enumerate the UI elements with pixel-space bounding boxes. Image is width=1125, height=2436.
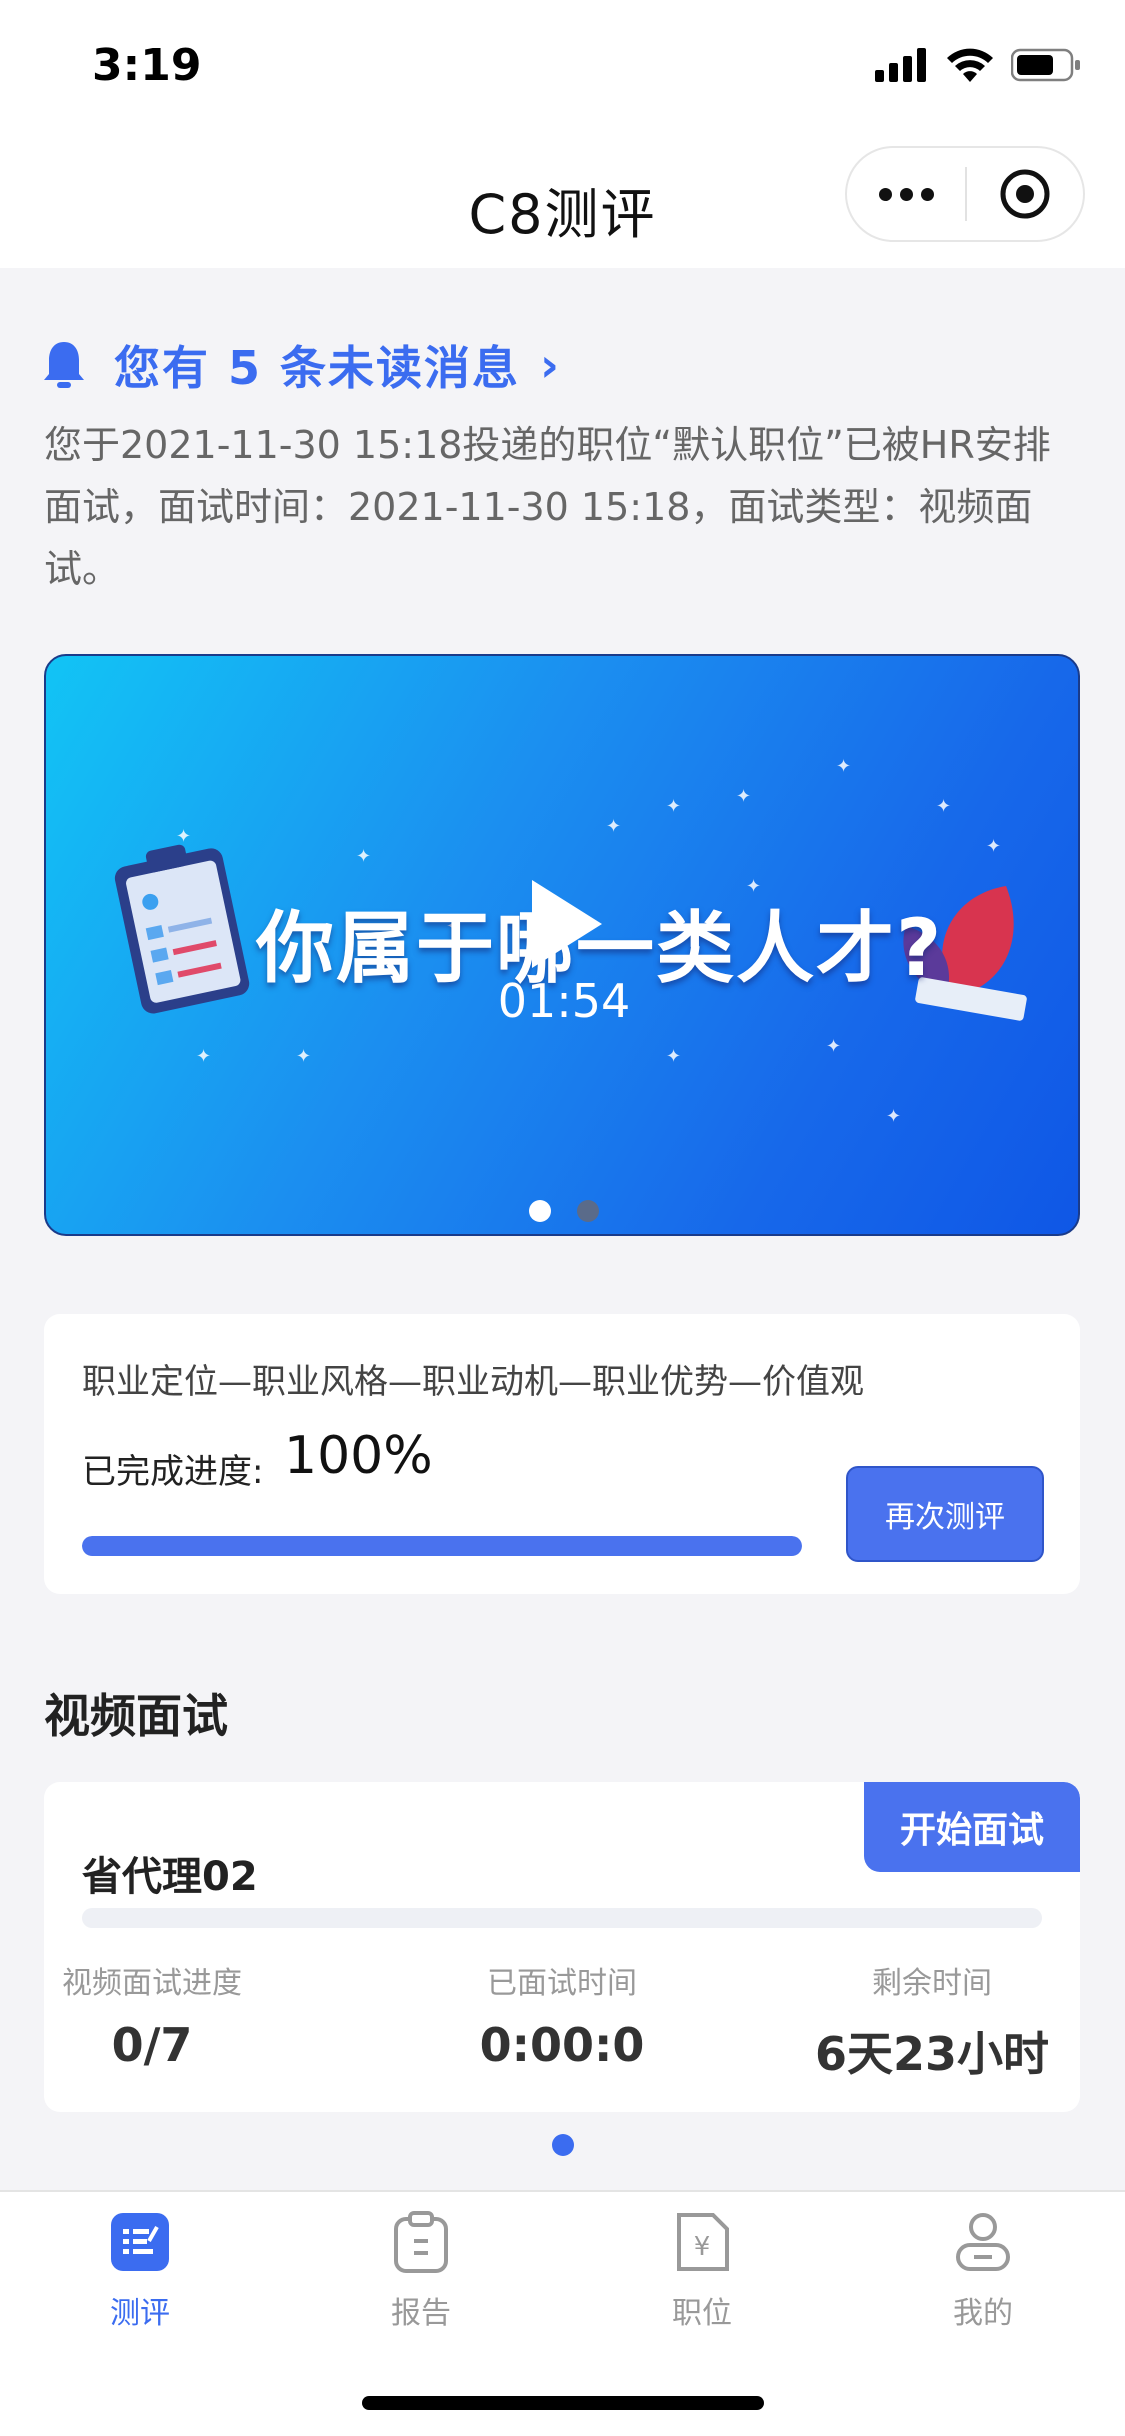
unread-notice[interactable]: 您有 5 条未读消息 › 您于2021-11-30 15:18投递的职位“默认职… — [44, 330, 1084, 600]
tab-label: 我的 — [953, 2296, 1013, 2331]
tab-assessment[interactable]: 测评 — [50, 2210, 230, 2332]
notice-title[interactable]: 您有 5 条未读消息 — [114, 332, 520, 398]
report-icon — [389, 2210, 453, 2274]
interview-progress-bar — [82, 1908, 1042, 1928]
assessment-progress-card: 职业定位—职业风格—职业动机—职业优势—价值观 已完成进度: 100% 再次测评 — [44, 1314, 1080, 1594]
notice-body: 您于2021-11-30 15:18投递的职位“默认职位”已被HR安排面试，面试… — [44, 423, 1051, 591]
chevron-right-icon[interactable]: › — [540, 338, 559, 392]
more-icon[interactable] — [847, 187, 965, 201]
status-time: 3:19 — [92, 40, 202, 91]
stat-elapsed-time: 已面试时间 0:00:0 — [442, 1958, 682, 2072]
assessment-icon — [108, 2210, 172, 2274]
interview-card: 省代理02 开始面试 视频面试进度 0/7 已面试时间 0:00:0 剩余时间 … — [44, 1782, 1080, 2112]
signal-icon — [875, 48, 926, 82]
video-banner[interactable]: ✦ ✦ ✦ ✦ ✦ ✦ ✦ ✦ ✦ ✦ ✦ ✦ ✦ ✦ ✦ 你属于哪一类人才? … — [44, 654, 1080, 1236]
svg-text:¥: ¥ — [694, 2232, 711, 2262]
progress-bar-fill — [82, 1536, 802, 1556]
stat-remaining-time: 剩余时间 6天23小时 — [812, 1958, 1052, 2084]
stat-value: 0:00:0 — [479, 2018, 645, 2072]
tab-label: 测评 — [110, 2296, 170, 2331]
stat-label: 已面试时间 — [487, 1966, 637, 2001]
tab-position[interactable]: ¥ 职位 — [612, 2210, 792, 2332]
profile-icon — [951, 2210, 1015, 2274]
status-icons — [875, 48, 1081, 82]
stat-value: 6天23小时 — [814, 2027, 1050, 2081]
banner-pagination — [46, 1200, 1078, 1222]
stat-interview-progress: 视频面试进度 0/7 — [52, 1958, 252, 2072]
mini-program-capsule — [845, 146, 1085, 242]
interview-pagination-dot[interactable] — [552, 2134, 574, 2156]
progress-value: 100% — [284, 1426, 433, 1486]
wifi-icon — [947, 48, 993, 82]
stat-value: 0/7 — [111, 2018, 193, 2072]
tab-label: 报告 — [391, 2296, 451, 2331]
nav-bar: C8测评 — [0, 140, 1125, 268]
status-bar: 3:19 — [0, 0, 1125, 140]
close-target-icon[interactable] — [967, 168, 1083, 220]
position-icon: ¥ — [670, 2210, 734, 2274]
bell-icon — [44, 342, 84, 388]
tab-label: 职位 — [672, 2296, 732, 2331]
progress-label: 已完成进度: — [82, 1452, 264, 1492]
home-indicator — [362, 2396, 764, 2410]
stat-label: 剩余时间 — [872, 1966, 992, 2001]
assessment-steps: 职业定位—职业风格—职业动机—职业优势—价值观 — [82, 1362, 864, 1402]
banner-dot-active[interactable] — [529, 1200, 551, 1222]
banner-dot[interactable] — [577, 1200, 599, 1222]
stat-label: 视频面试进度 — [62, 1966, 242, 2001]
notice-header[interactable]: 您有 5 条未读消息 › — [44, 330, 1084, 400]
tab-report[interactable]: 报告 — [331, 2210, 511, 2332]
tab-profile[interactable]: 我的 — [893, 2210, 1073, 2332]
play-icon[interactable] — [526, 876, 606, 972]
interview-position-name: 省代理02 — [82, 1854, 258, 1900]
battery-icon — [1011, 48, 1080, 82]
video-duration: 01:54 — [497, 974, 631, 1028]
section-title-video-interview: 视频面试 — [44, 1689, 228, 1743]
progress-bar — [82, 1536, 802, 1556]
retest-button[interactable]: 再次测评 — [846, 1466, 1044, 1562]
start-interview-button[interactable]: 开始面试 — [864, 1782, 1080, 1872]
